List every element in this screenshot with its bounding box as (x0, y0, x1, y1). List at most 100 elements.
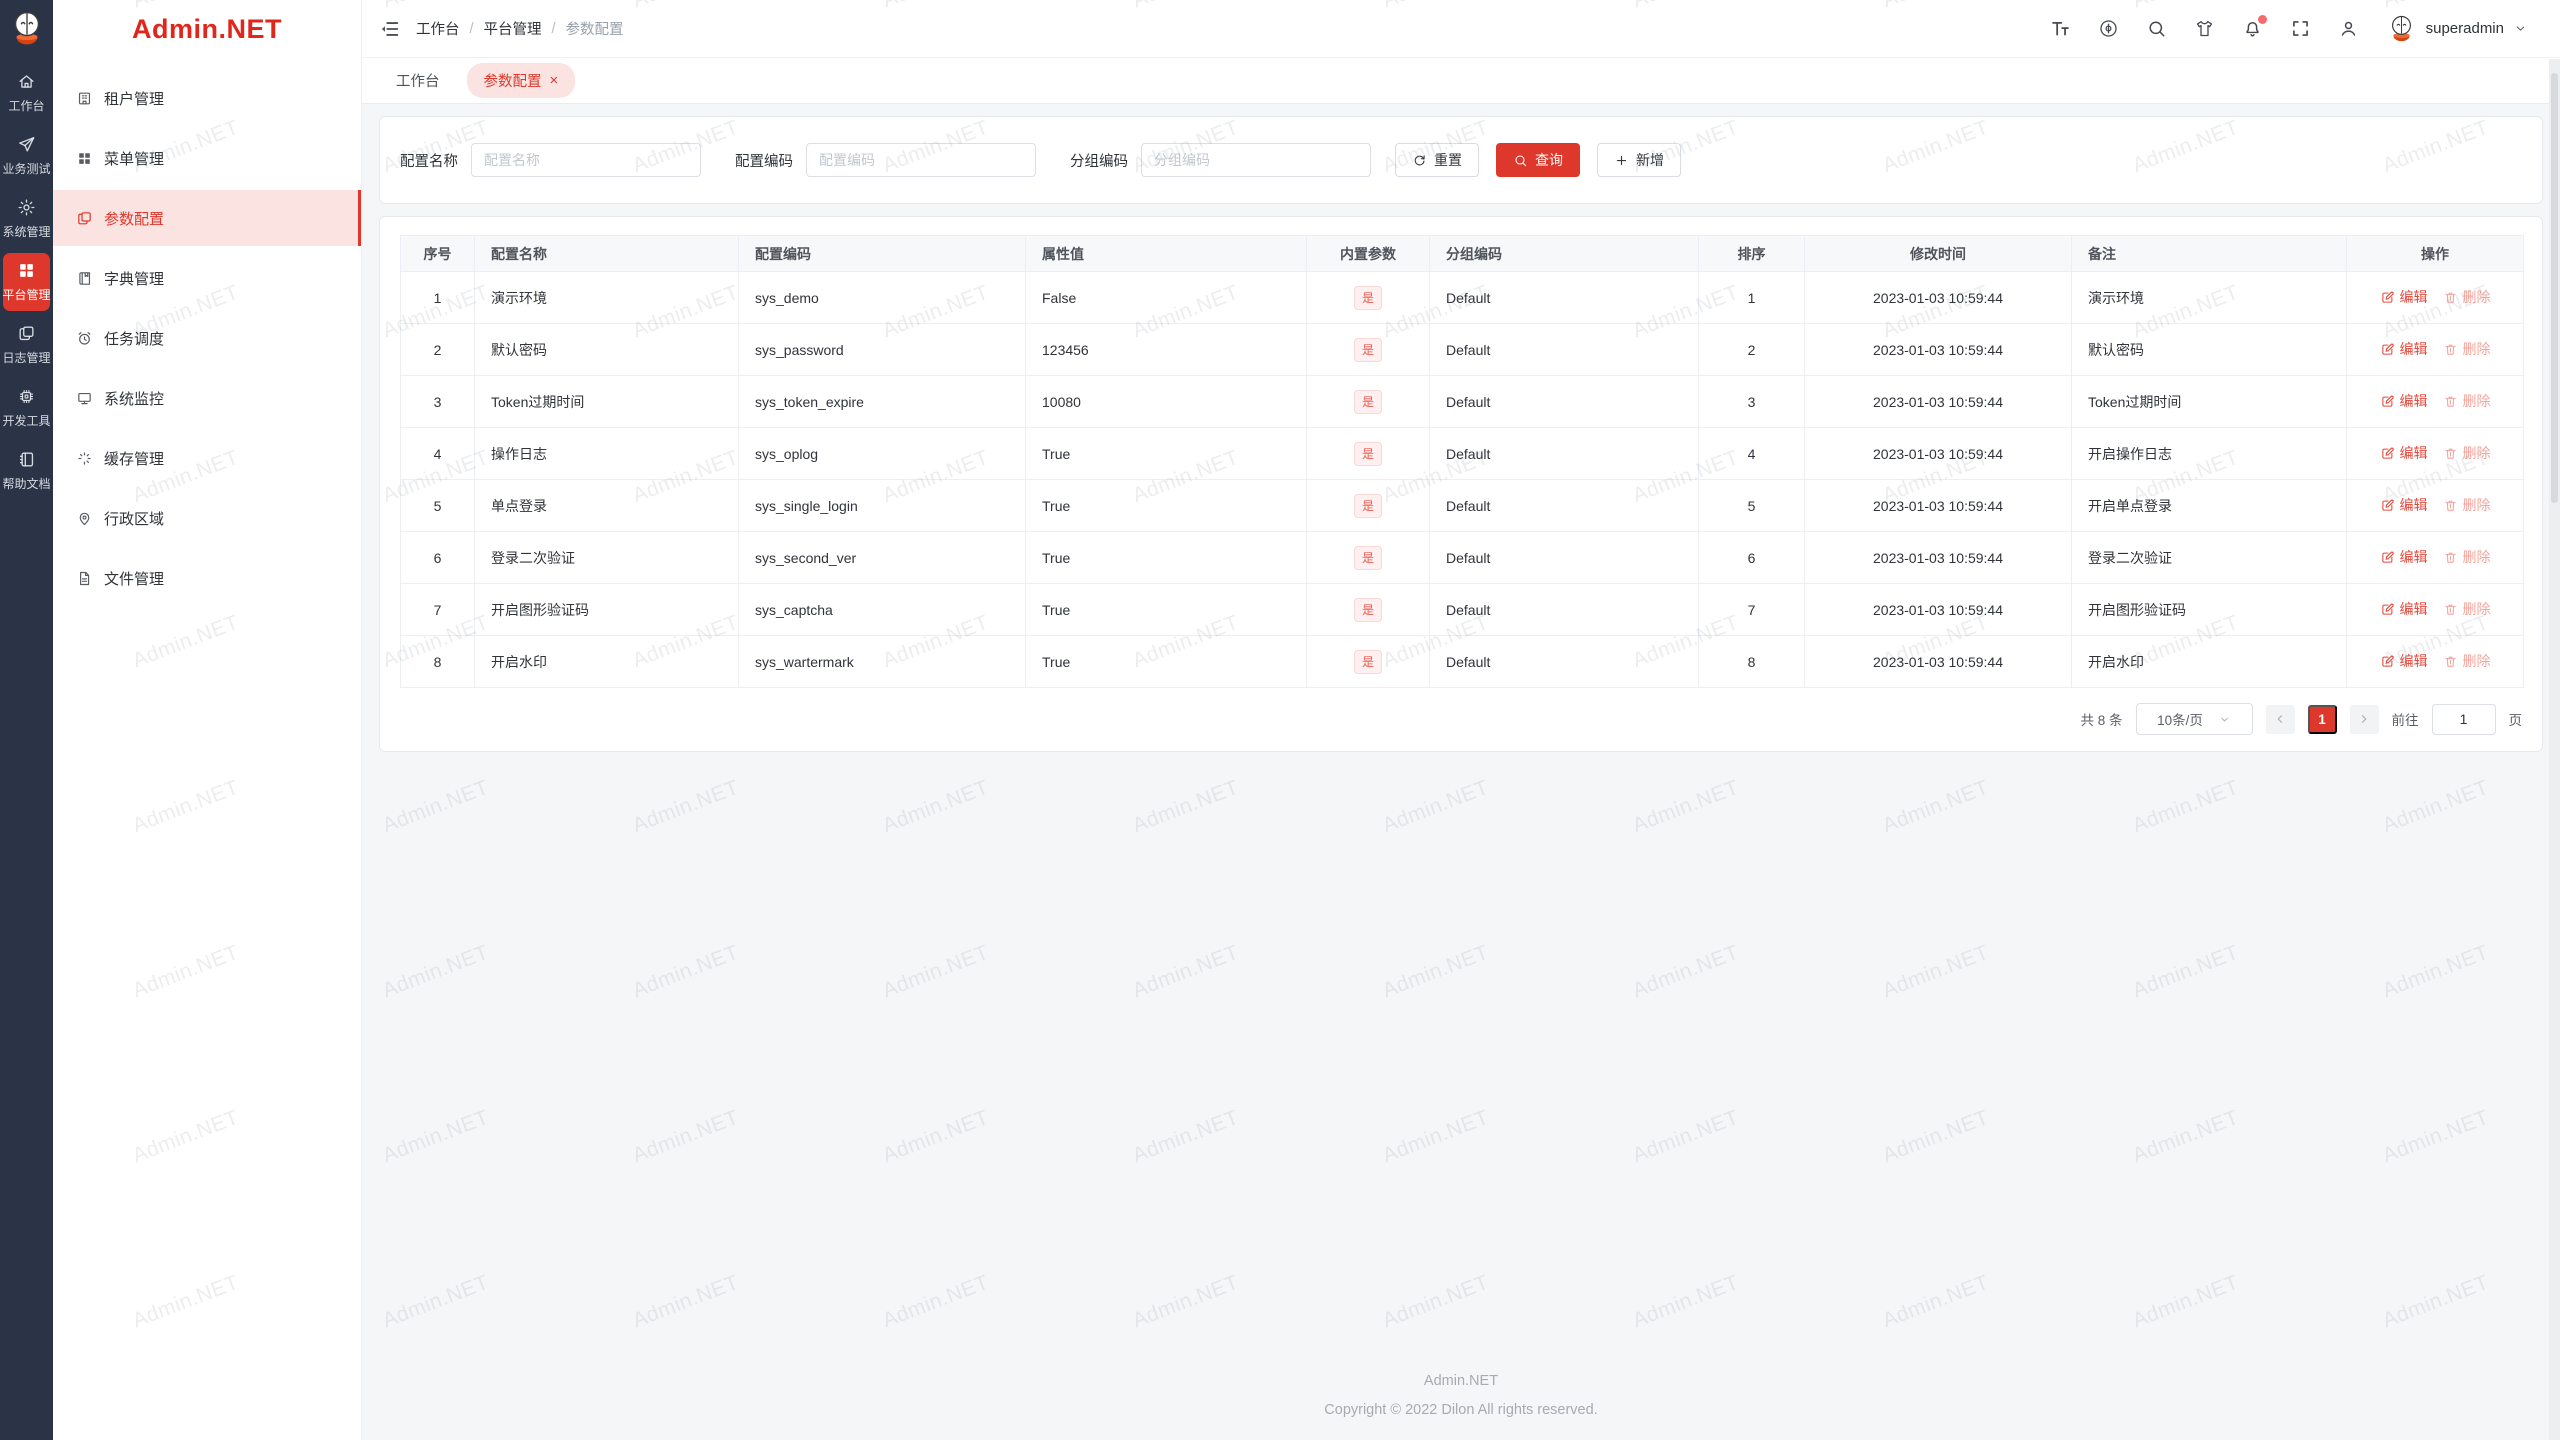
delete-button[interactable]: 删除 (2443, 495, 2491, 515)
app-logo-mascot[interactable] (7, 7, 47, 49)
book-icon (17, 450, 36, 469)
breadcrumb-separator: / (551, 20, 556, 37)
rail-item-business-test[interactable]: 业务测试 (3, 127, 51, 185)
user-menu[interactable]: superadmin (2386, 13, 2528, 44)
cell-sort: 3 (1698, 375, 1805, 428)
edit-button[interactable]: 编辑 (2380, 391, 2428, 411)
cell-time: 2023-01-03 10:59:44 (1804, 375, 2072, 428)
user-icon[interactable] (2338, 18, 2359, 39)
delete-button[interactable]: 删除 (2443, 391, 2491, 411)
delete-button[interactable]: 删除 (2443, 443, 2491, 463)
cell-sort: 8 (1698, 635, 1805, 688)
cpu-icon (17, 387, 36, 406)
filter-fields: 配置名称 配置编码 分组编码 (400, 143, 1371, 177)
sidebar-item-menu-mgmt[interactable]: 菜单管理 (53, 130, 361, 186)
cell-actions: 编辑 删除 (2346, 375, 2524, 428)
theme-icon[interactable] (2194, 18, 2215, 39)
sidebar-item-system-monitor[interactable]: 系统监控 (53, 370, 361, 426)
filter-input-1[interactable] (806, 143, 1036, 177)
cell-actions: 编辑 删除 (2346, 583, 2524, 636)
table-header-row: 序号 配置名称 配置编码 属性值 内置参数 分组编码 排序 修改时间 备注 操作 (400, 235, 2524, 272)
search-button[interactable]: 查询 (1496, 143, 1580, 177)
edit-button[interactable]: 编辑 (2380, 287, 2428, 307)
cell-remark: 开启水印 (2071, 635, 2347, 688)
cell-code: sys_password (738, 323, 1026, 376)
page-size-select[interactable]: 10条/页 (2135, 703, 2253, 735)
edit-button[interactable]: 编辑 (2380, 339, 2428, 359)
page-scrollbar[interactable] (2549, 59, 2560, 1440)
cell-actions: 编辑 删除 (2346, 635, 2524, 688)
fullscreen-icon[interactable] (2290, 18, 2311, 39)
edit-button[interactable]: 编辑 (2380, 599, 2428, 619)
fold-menu-icon[interactable] (379, 18, 401, 40)
close-icon[interactable]: × (550, 73, 559, 88)
sidebar-item-label: 文件管理 (104, 570, 165, 588)
delete-button-label: 删除 (2462, 601, 2491, 618)
edit-icon (2380, 654, 2395, 669)
sidebar-item-label: 租户管理 (104, 90, 165, 108)
table-row: 8 开启水印 sys_wartermark True 是 Default 8 2023-01-… (400, 635, 2524, 688)
rail-nav: 工作台业务测试系统管理平台管理日志管理开发工具帮助文档 (0, 59, 53, 505)
cell-code: sys_token_expire (738, 375, 1026, 428)
sidebar-item-label: 字典管理 (104, 270, 165, 288)
current-page-button[interactable]: 1 (2307, 704, 2337, 734)
sidebar-item-param-config[interactable]: 参数配置 (53, 190, 361, 246)
tab-workbench[interactable]: 工作台 (396, 70, 440, 91)
delete-button-label: 删除 (2462, 289, 2491, 306)
tab-label: 工作台 (396, 74, 440, 90)
delete-button[interactable]: 删除 (2443, 339, 2491, 359)
next-page-button[interactable] (2349, 704, 2379, 734)
filter-input-2[interactable] (1141, 143, 1371, 177)
filter-input-0[interactable] (471, 143, 701, 177)
rail-item-dev-tools[interactable]: 开发工具 (3, 379, 51, 437)
edit-button[interactable]: 编辑 (2380, 495, 2428, 515)
scrollbar-thumb[interactable] (2551, 73, 2558, 503)
cell-value: True (1025, 635, 1307, 688)
column-header-value: 属性值 (1025, 235, 1307, 272)
goto-page-input[interactable] (2431, 703, 2496, 735)
search-icon[interactable] (2146, 18, 2167, 39)
delete-button[interactable]: 删除 (2443, 599, 2491, 619)
filter-field-0: 配置名称 (400, 143, 701, 177)
delete-button[interactable]: 删除 (2443, 651, 2491, 671)
sidebar-item-cache-mgmt[interactable]: 缓存管理 (53, 430, 361, 486)
reset-button-label: 重置 (1434, 152, 1462, 168)
font-size-icon[interactable] (2050, 18, 2071, 39)
edit-icon (2380, 290, 2395, 305)
rail-item-log-mgmt[interactable]: 日志管理 (3, 316, 51, 374)
column-header-code: 配置编码 (738, 235, 1026, 272)
cell-name: 默认密码 (474, 323, 739, 376)
rail-item-system-mgmt[interactable]: 系统管理 (3, 190, 51, 248)
delete-button[interactable]: 删除 (2443, 547, 2491, 567)
prev-page-button[interactable] (2265, 704, 2295, 734)
reset-button[interactable]: 重置 (1395, 143, 1479, 177)
rail-item-help-docs[interactable]: 帮助文档 (3, 442, 51, 500)
disc-icon[interactable] (2098, 18, 2119, 39)
cell-name: 开启水印 (474, 635, 739, 688)
add-button[interactable]: 新增 (1597, 143, 1681, 177)
edit-button[interactable]: 编辑 (2380, 651, 2428, 671)
goto-label: 前往 (2391, 713, 2419, 728)
table-row: 3 Token过期时间 sys_token_expire 10080 是 Default 3… (400, 375, 2524, 428)
edit-button[interactable]: 编辑 (2380, 443, 2428, 463)
sidebar-item-task-schedule[interactable]: 任务调度 (53, 310, 361, 366)
bell-icon[interactable] (2242, 15, 2267, 39)
table-row: 1 演示环境 sys_demo False 是 Default 1 2023-01-03 10… (400, 271, 2524, 324)
sidebar-item-tenant-mgmt[interactable]: 租户管理 (53, 70, 361, 126)
edit-button[interactable]: 编辑 (2380, 547, 2428, 567)
delete-button-label: 删除 (2462, 549, 2491, 566)
cell-time: 2023-01-03 10:59:44 (1804, 323, 2072, 376)
rail-item-platform-mgmt[interactable]: 平台管理 (3, 253, 51, 311)
cell-actions: 编辑 删除 (2346, 479, 2524, 532)
breadcrumb-item[interactable]: 工作台 (416, 18, 460, 39)
sidebar-item-admin-region[interactable]: 行政区域 (53, 490, 361, 546)
rail-item-workbench[interactable]: 工作台 (3, 64, 50, 122)
table-row: 4 操作日志 sys_oplog True 是 Default 4 2023-01-03 10… (400, 427, 2524, 480)
sidebar-item-file-mgmt[interactable]: 文件管理 (53, 550, 361, 606)
sidebar-item-dict-mgmt[interactable]: 字典管理 (53, 250, 361, 306)
delete-button[interactable]: 删除 (2443, 287, 2491, 307)
tab-param-config[interactable]: 参数配置 × (466, 63, 576, 98)
filter-field-label: 分组编码 (1070, 153, 1128, 170)
breadcrumb-item[interactable]: 平台管理 (484, 18, 542, 39)
cell-no: 2 (400, 323, 475, 376)
